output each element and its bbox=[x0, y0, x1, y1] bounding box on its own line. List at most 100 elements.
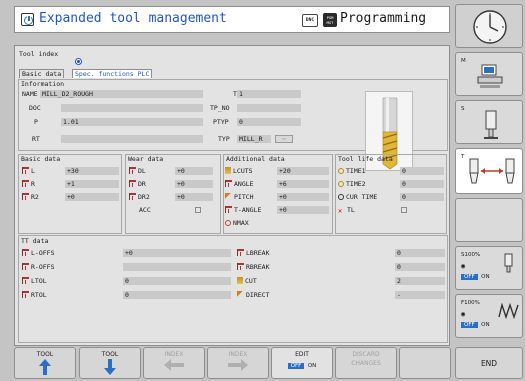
time1-label: TIME1 bbox=[336, 167, 366, 175]
index-next-softkey[interactable]: INDEX bbox=[207, 347, 269, 379]
clock-softkey[interactable] bbox=[455, 4, 523, 48]
basic-r2-field[interactable]: +0 bbox=[65, 193, 119, 201]
app-title: Expanded tool management bbox=[39, 11, 227, 26]
cut-label: CUT bbox=[235, 277, 257, 285]
delta-radius2-icon bbox=[129, 193, 136, 200]
tl-checkbox[interactable] bbox=[401, 207, 407, 213]
t-angle-field[interactable]: +0 bbox=[277, 206, 329, 214]
doc-label: DOC bbox=[29, 104, 41, 112]
cut-icon bbox=[237, 277, 243, 284]
pitch-field[interactable]: +0 bbox=[277, 193, 329, 201]
tab-spec-functions-plc[interactable]: Spec. functions PLC bbox=[72, 69, 153, 78]
cur-time-label: CUR TIME bbox=[336, 193, 377, 201]
time2-label: TIME2 bbox=[336, 180, 366, 188]
pitch-label: PITCH bbox=[223, 193, 254, 201]
ptyp-label: PTYP bbox=[213, 118, 229, 126]
rtol-label: RTOL bbox=[20, 291, 47, 299]
basic-r2-label: R2 bbox=[20, 193, 39, 201]
pgm-mgt-icon: PGM MGT bbox=[323, 13, 337, 27]
cur-time-field[interactable]: 0 bbox=[400, 193, 444, 201]
time1-icon bbox=[338, 168, 344, 174]
edit-softkey[interactable]: EDIT OFF ON bbox=[271, 347, 333, 379]
doc-field[interactable] bbox=[61, 104, 203, 112]
discard-changes-softkey[interactable]: DISCARD CHANGES bbox=[335, 347, 397, 379]
acc-checkbox[interactable] bbox=[195, 207, 201, 213]
p-field[interactable]: 1.01 bbox=[61, 118, 203, 126]
rt-label: RT bbox=[32, 135, 40, 143]
end-softkey[interactable]: END bbox=[455, 347, 523, 379]
r-offs-icon bbox=[22, 263, 29, 270]
tool-radius2-icon bbox=[22, 193, 29, 200]
s-override-toggle[interactable]: OFF ON bbox=[461, 274, 490, 280]
time1-field[interactable]: 0 bbox=[400, 167, 444, 175]
tp-no-label: TP_NO bbox=[210, 104, 230, 112]
clock-icon bbox=[473, 10, 507, 44]
wear-dl-field[interactable]: +0 bbox=[175, 167, 213, 175]
m-function-icon bbox=[477, 64, 503, 88]
wear-dl-label: DL bbox=[127, 167, 146, 175]
name-field[interactable]: MILL_D2_ROUGH bbox=[40, 90, 203, 98]
l-offs-field[interactable]: +0 bbox=[123, 249, 231, 257]
tool-index-label: Tool index bbox=[19, 50, 59, 58]
rbreak-field[interactable]: 0 bbox=[395, 263, 445, 271]
tool-down-softkey[interactable]: TOOL bbox=[79, 347, 141, 379]
t-angle-label: T-ANGLE bbox=[223, 206, 261, 214]
additional-data-title: Additional data bbox=[226, 155, 285, 163]
tt-data-title: TT data bbox=[21, 237, 49, 245]
ptyp-field[interactable]: 0 bbox=[237, 118, 301, 126]
spindle-override-softkey[interactable]: S100% ◉ OFF ON bbox=[455, 246, 523, 290]
s-spindle-softkey[interactable]: S bbox=[455, 100, 523, 144]
rbreak-label: RBREAK bbox=[235, 263, 269, 271]
rt-field[interactable] bbox=[61, 135, 203, 143]
tool-life-data-title: Tool life data bbox=[338, 155, 393, 163]
angle-field[interactable]: +6 bbox=[277, 180, 329, 188]
cut-field[interactable]: 2 bbox=[395, 277, 445, 285]
title-bar: Expanded tool management DNC PGM MGT Pro… bbox=[14, 6, 450, 33]
basic-r-label: R bbox=[20, 180, 35, 188]
rtol-icon bbox=[22, 291, 29, 298]
basic-l-field[interactable]: +30 bbox=[65, 167, 119, 175]
wear-acc-label: ACC bbox=[139, 206, 151, 214]
blank-softkey[interactable] bbox=[399, 347, 451, 379]
pitch-icon bbox=[225, 193, 232, 200]
wear-dr-field[interactable]: +0 bbox=[175, 180, 213, 188]
index-prev-softkey[interactable]: INDEX bbox=[143, 347, 205, 379]
t-tool-softkey[interactable]: T bbox=[455, 148, 523, 194]
wear-dr2-label: DR2 bbox=[127, 193, 150, 201]
spindle-speed-icon bbox=[225, 220, 231, 226]
empty-softkey[interactable] bbox=[455, 198, 523, 242]
delta-length-icon bbox=[129, 167, 136, 174]
power-icon bbox=[21, 13, 34, 26]
feed-override-softkey[interactable]: F100% ◉ OFF ON bbox=[455, 294, 523, 338]
tool-index-radio[interactable] bbox=[75, 58, 82, 65]
ltol-icon bbox=[22, 277, 29, 284]
typ-label: TYP bbox=[218, 135, 230, 143]
tp-no-field[interactable] bbox=[237, 104, 301, 112]
typ-select-button[interactable]: ▭ bbox=[275, 135, 293, 143]
rtol-field[interactable]: 0 bbox=[123, 291, 231, 299]
basic-r-field[interactable]: +1 bbox=[65, 180, 119, 188]
r-offs-field[interactable] bbox=[123, 263, 231, 271]
edit-toggle[interactable]: OFF ON bbox=[272, 363, 332, 369]
spindle-icon bbox=[484, 110, 498, 139]
wear-dr2-field[interactable]: +0 bbox=[175, 193, 213, 201]
typ-field[interactable]: MILL_R bbox=[237, 135, 271, 143]
basic-data-title: Basic data bbox=[21, 155, 61, 163]
tab-basic-data[interactable]: Basic data bbox=[19, 69, 65, 78]
m-function-softkey[interactable]: M bbox=[455, 52, 523, 96]
feed-dial-icon: ◉ bbox=[461, 310, 466, 318]
tool-length-icon bbox=[22, 167, 29, 174]
f-override-toggle[interactable]: OFF ON bbox=[461, 322, 490, 328]
lcuts-label: LCUTS bbox=[223, 167, 253, 175]
t-field[interactable]: 1 bbox=[237, 90, 301, 98]
p-label: P bbox=[34, 118, 38, 126]
time2-field[interactable]: 0 bbox=[400, 180, 444, 188]
ltol-field[interactable]: 0 bbox=[123, 277, 231, 285]
lcuts-field[interactable]: +20 bbox=[277, 167, 329, 175]
lbreak-icon bbox=[237, 249, 244, 256]
lbreak-field[interactable]: 0 bbox=[395, 249, 445, 257]
l-offs-icon bbox=[22, 249, 29, 256]
time2-icon bbox=[338, 181, 344, 187]
tool-up-softkey[interactable]: TOOL bbox=[14, 347, 76, 379]
direct-field[interactable]: - bbox=[395, 291, 445, 299]
